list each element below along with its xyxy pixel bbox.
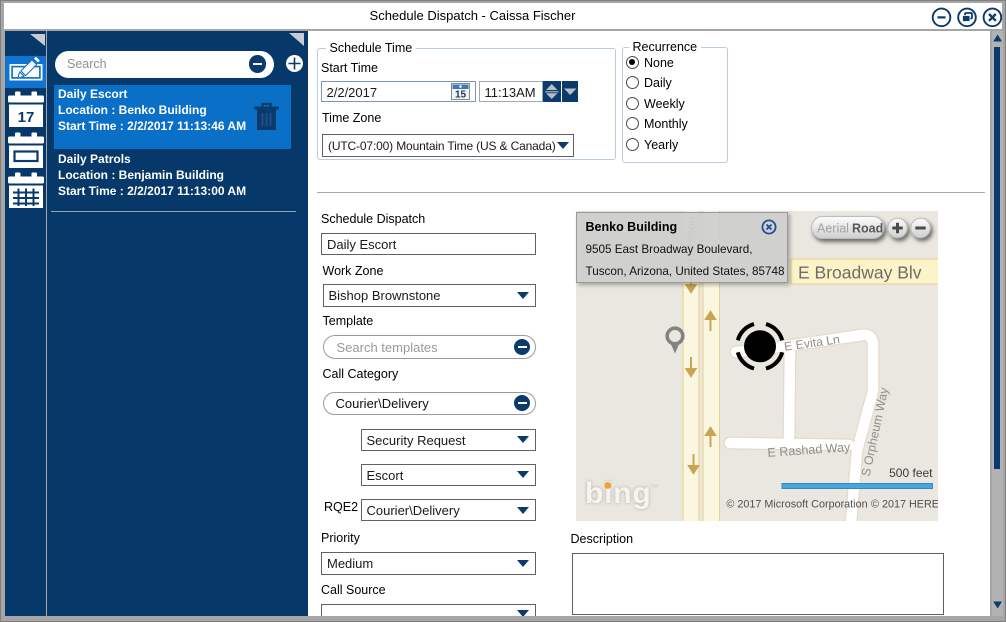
svg-text:bing: bing [585,477,652,510]
svg-text:17: 17 [18,109,35,126]
svg-text:15: 15 [455,90,467,101]
svg-text:E Broadway Blv: E Broadway Blv [798,263,922,283]
svg-text:Aerial: Aerial [817,222,849,236]
svg-text:© 2017 Microsoft Corporation: © 2017 Microsoft Corporation [726,499,867,511]
svg-text:Road: Road [852,222,883,236]
svg-text:© 2017 HERE: © 2017 HERE [871,499,938,511]
svg-text:™: ™ [650,482,659,492]
svg-text:500 feet: 500 feet [889,466,933,480]
